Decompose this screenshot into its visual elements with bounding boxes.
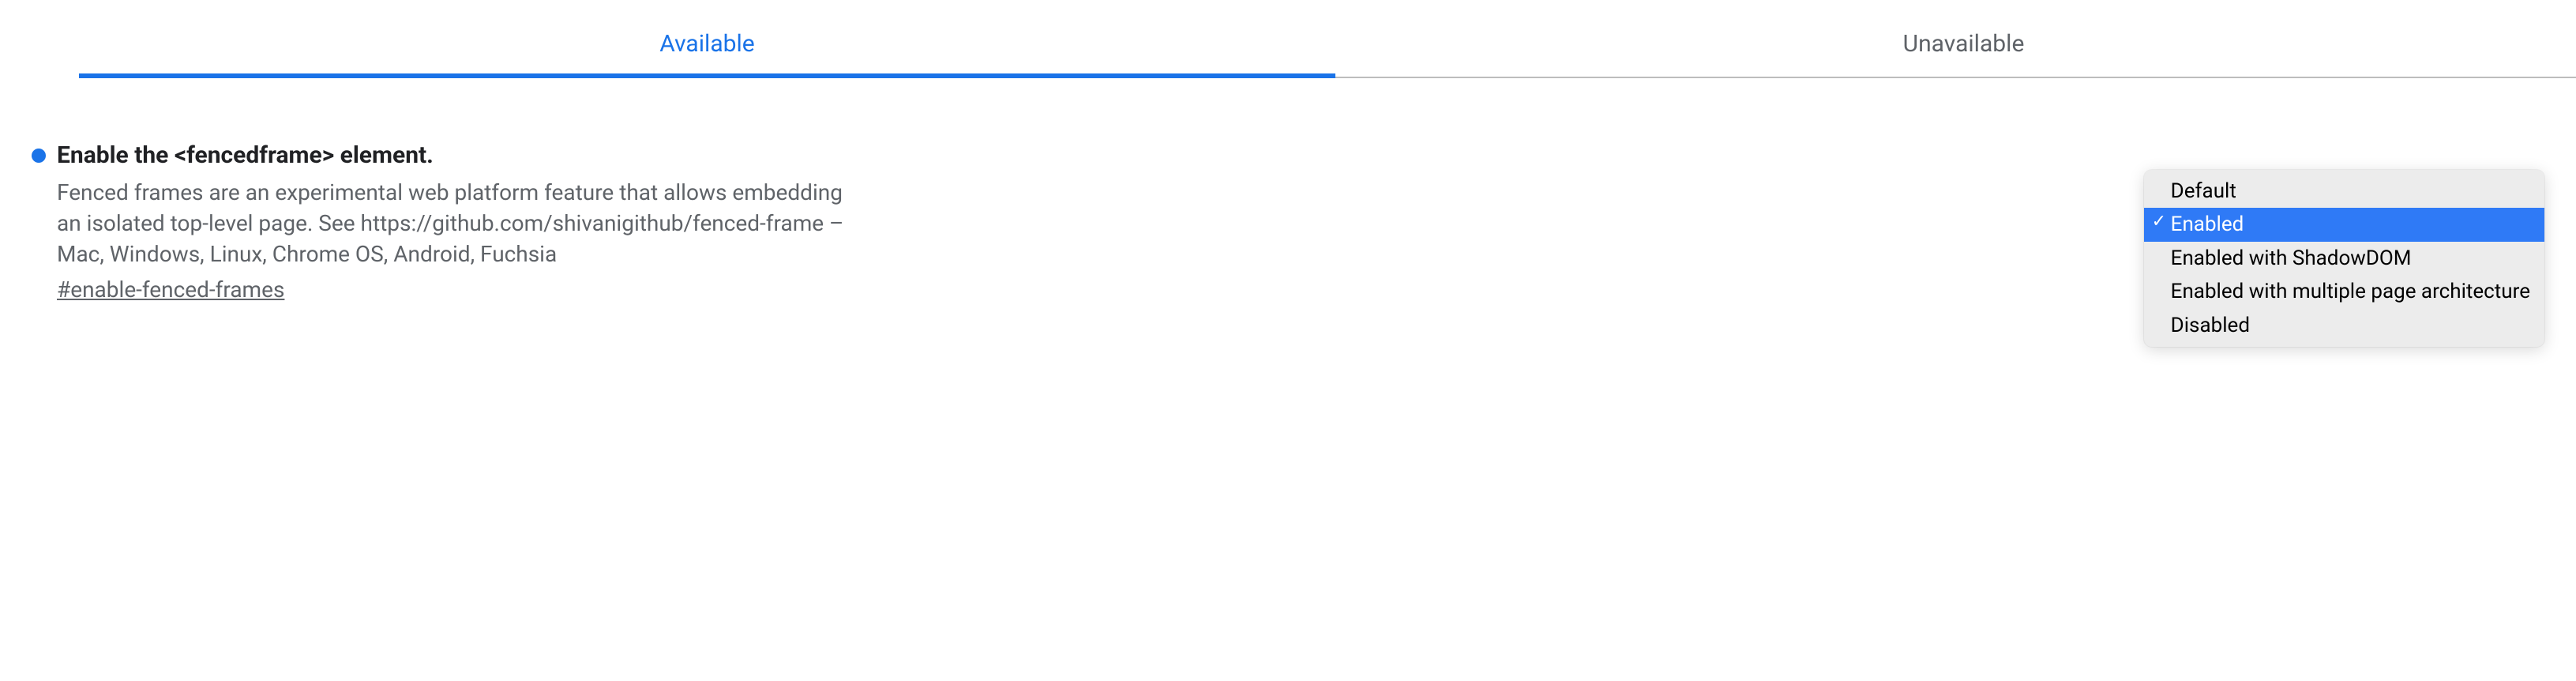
dropdown-option-enabled-shadowdom[interactable]: Enabled with ShadowDOM	[2144, 242, 2544, 275]
flag-description: Fenced frames are an experimental web pl…	[57, 177, 862, 270]
flag-dropdown[interactable]: Default Enabled Enabled with ShadowDOM E…	[2144, 170, 2544, 347]
flag-row: Enable the <fencedframe> element. Fenced…	[32, 141, 2544, 347]
flag-title: Enable the <fencedframe> element.	[57, 141, 434, 169]
tab-available[interactable]: Available	[79, 16, 1335, 78]
tab-unavailable[interactable]: Unavailable	[1335, 16, 2576, 78]
tabs-container: Available Unavailable	[79, 16, 2576, 78]
flag-title-line: Enable the <fencedframe> element.	[32, 141, 2112, 169]
dropdown-menu: Default Enabled Enabled with ShadowDOM E…	[2144, 170, 2544, 347]
dropdown-option-disabled[interactable]: Disabled	[2144, 309, 2544, 342]
modified-indicator-icon	[32, 149, 46, 163]
flag-content: Enable the <fencedframe> element. Fenced…	[32, 141, 2144, 303]
flag-anchor-link[interactable]: #enable-fenced-frames	[57, 277, 2112, 303]
dropdown-option-enabled[interactable]: Enabled	[2144, 208, 2544, 241]
dropdown-option-default[interactable]: Default	[2144, 175, 2544, 208]
dropdown-option-enabled-multi-page[interactable]: Enabled with multiple page architecture	[2144, 275, 2544, 308]
